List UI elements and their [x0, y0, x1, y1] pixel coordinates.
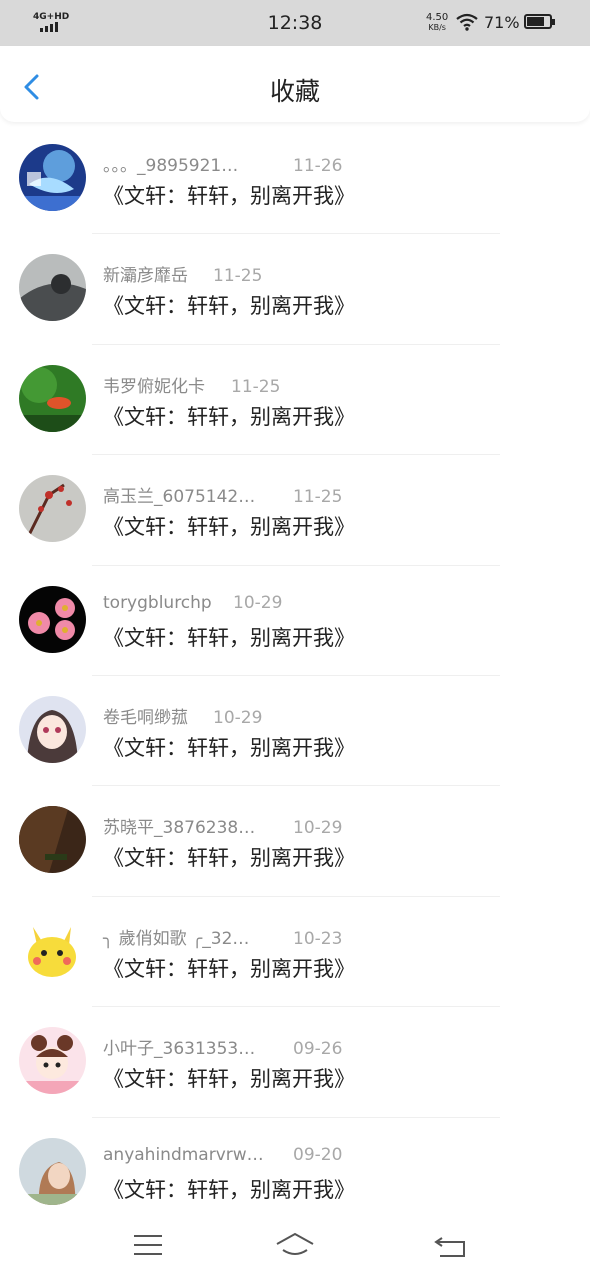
user-name: anyahindmarvrw… [103, 1144, 264, 1165]
user-name: 小叶子_3631353… [103, 1039, 256, 1060]
avatar[interactable] [19, 1137, 86, 1205]
article-title[interactable]: 《文轩：轩轩，别离开我》 [103, 401, 355, 431]
list-item[interactable]: ╮ 歲俏如歌 ╭_32… 10-23 《文轩：轩轩，别离开我》 [0, 897, 590, 1008]
list-item[interactable]: 韦罗俯妮化卡 11-25 《文轩：轩轩，别离开我》 [0, 345, 590, 456]
list-item[interactable]: 。。。_9895921… 11-26 《文轩：轩轩，别离开我》 [0, 124, 590, 235]
item-meta: 高玉兰_6075142… 11-25 [103, 482, 342, 507]
item-meta: 新灞彦靡岳 11-25 [103, 261, 262, 286]
article-title[interactable]: 《文轩：轩轩，别离开我》 [103, 622, 355, 652]
menu-icon[interactable] [128, 1230, 168, 1260]
article-title[interactable]: 《文轩：轩轩，别离开我》 [103, 1063, 355, 1093]
article-title[interactable]: 《文轩：轩轩，别离开我》 [103, 511, 355, 541]
battery-icon [524, 14, 555, 29]
item-date: 09-20 [293, 1144, 343, 1165]
list-item[interactable]: torygblurchp 10-29 《文轩：轩轩，别离开我》 [0, 566, 590, 676]
item-meta: 卷毛哃缈菰 10-29 [103, 703, 262, 728]
network-speed: 4.50 KB/s [426, 13, 448, 33]
list-item[interactable]: anyahindmarvrw… 09-20 《文轩：轩轩，别离开我》 [0, 1118, 590, 1228]
bottom-nav [0, 1218, 590, 1280]
item-meta: anyahindmarvrw… 09-20 [103, 1145, 342, 1165]
item-meta: 苏晓平_3876238… 10-29 [103, 813, 342, 838]
list-item[interactable]: 苏晓平_3876238… 10-29 《文轩：轩轩，别离开我》 [0, 786, 590, 897]
app-header: 收藏 [0, 46, 590, 122]
favorites-list: 。。。_9895921… 11-26 《文轩：轩轩，别离开我》 新灞彦靡岳 11-2… [0, 124, 590, 1228]
user-name: 韦罗俯妮化卡 [103, 376, 205, 397]
article-title[interactable]: 《文轩：轩轩，别离开我》 [103, 842, 355, 872]
item-date: 11-25 [293, 487, 343, 508]
item-meta: 韦罗俯妮化卡 11-25 [103, 372, 280, 397]
speed-unit: KB/s [428, 23, 446, 32]
article-title[interactable]: 《文轩：轩轩，别离开我》 [103, 732, 355, 762]
user-name: 苏晓平_3876238… [103, 818, 256, 839]
user-name: 。。。_9895921… [103, 156, 239, 176]
page-title: 收藏 [269, 77, 320, 106]
user-name: ╮ 歲俏如歌 ╭_32… [103, 928, 250, 949]
article-title[interactable]: 《文轩：轩轩，别离开我》 [103, 290, 355, 320]
list-item[interactable]: 高玉兰_6075142… 11-25 《文轩：轩轩，别离开我》 [0, 455, 590, 566]
item-date: 11-25 [213, 266, 263, 287]
item-date: 10-29 [293, 818, 343, 839]
avatar[interactable] [19, 144, 86, 211]
item-date: 10-29 [233, 592, 283, 613]
battery-percent: 71% [484, 13, 520, 32]
wifi-icon [456, 13, 478, 31]
user-name: 新灞彦靡岳 [103, 266, 188, 287]
article-title[interactable]: 《文轩：轩轩，别离开我》 [103, 180, 355, 210]
item-date: 09-26 [293, 1039, 343, 1060]
avatar[interactable] [19, 364, 86, 432]
item-date: 10-23 [293, 928, 343, 949]
article-title[interactable]: 《文轩：轩轩，别离开我》 [103, 953, 355, 983]
list-item[interactable]: 新灞彦靡岳 11-25 《文轩：轩轩，别离开我》 [0, 234, 590, 345]
user-name: 高玉兰_6075142… [103, 487, 256, 508]
back-arrow-icon[interactable] [430, 1230, 470, 1260]
avatar[interactable] [19, 695, 86, 763]
avatar[interactable] [19, 254, 86, 322]
item-meta: 小叶子_3631353… 09-26 [103, 1034, 342, 1059]
avatar[interactable] [19, 475, 86, 543]
item-meta: 。。。_9895921… 11-26 [103, 151, 342, 176]
item-date: 10-29 [213, 707, 263, 728]
item-meta: torygblurchp 10-29 [103, 593, 282, 613]
list-item[interactable]: 小叶子_3631353… 09-26 《文轩：轩轩，别离开我》 [0, 1007, 590, 1118]
home-icon[interactable] [275, 1230, 315, 1260]
list-item[interactable]: 卷毛哃缈菰 10-29 《文轩：轩轩，别离开我》 [0, 676, 590, 787]
speed-value: 4.50 [426, 12, 449, 23]
user-name: 卷毛哃缈菰 [103, 707, 188, 728]
status-bar: 4G+HD 12:38 4.50 KB/s 71% [0, 0, 590, 46]
avatar[interactable] [19, 916, 86, 984]
article-title[interactable]: 《文轩：轩轩，别离开我》 [103, 1174, 355, 1204]
item-date: 11-26 [293, 156, 343, 176]
avatar[interactable] [19, 585, 86, 653]
avatar[interactable] [19, 1027, 86, 1095]
user-name: torygblurchp [103, 592, 212, 613]
item-meta: ╮ 歲俏如歌 ╭_32… 10-23 [103, 924, 342, 949]
item-date: 11-25 [231, 376, 281, 397]
avatar[interactable] [19, 806, 86, 874]
